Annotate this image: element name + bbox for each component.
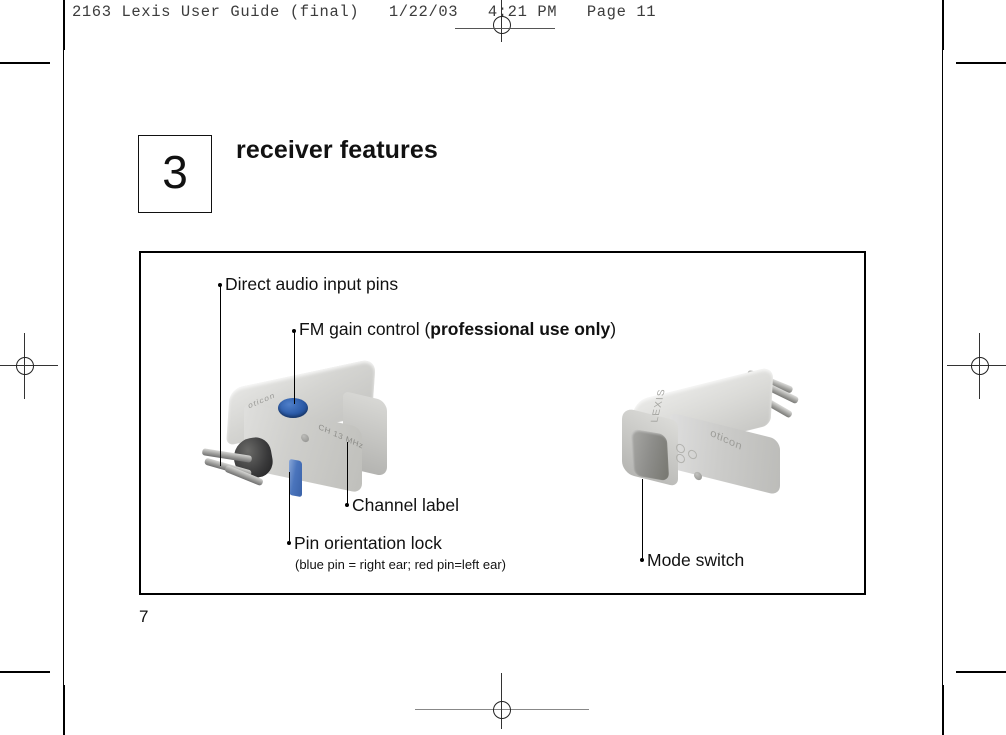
crop-mark-bottom-right-horizontal bbox=[956, 671, 1006, 673]
mode-switch-knob bbox=[630, 428, 670, 482]
registration-circle bbox=[493, 701, 511, 719]
fm-gain-label-prefix: FM gain control ( bbox=[299, 319, 431, 339]
callout-leader-direct-audio-input-pins bbox=[219, 285, 221, 466]
crop-mark-top-left-horizontal bbox=[0, 62, 50, 64]
callout-dot-mode-switch bbox=[640, 558, 644, 562]
fm-gain-label-suffix: ) bbox=[610, 319, 617, 339]
crop-mark-top-right-horizontal bbox=[956, 62, 1006, 64]
registration-circle bbox=[971, 357, 989, 375]
registration-mark-right-middle bbox=[947, 333, 1006, 399]
registration-mark-left-middle bbox=[0, 333, 58, 399]
page-frame-right-rule bbox=[942, 0, 944, 735]
figure-panel: oticon CH 13 MHz LEXIS oticon Direct aud… bbox=[139, 251, 866, 595]
chapter-number: 3 bbox=[162, 146, 188, 198]
page-title: receiver features bbox=[236, 136, 438, 164]
callout-label-fm-gain-control: FM gain control (professional use only) bbox=[299, 319, 617, 339]
callout-label-mode-switch: Mode switch bbox=[647, 550, 745, 570]
pin-orientation-lock-marker bbox=[289, 458, 302, 498]
callout-leader-pin-orientation-lock bbox=[288, 472, 290, 541]
callout-label-pin-orientation-lock: Pin orientation lock bbox=[294, 533, 442, 553]
callout-leader-fm-gain-control bbox=[293, 331, 295, 404]
registration-circle bbox=[16, 357, 34, 375]
registration-mark-bottom-center bbox=[415, 673, 589, 729]
callout-dot-channel-label bbox=[345, 503, 349, 507]
page-frame-left-rule bbox=[63, 0, 65, 735]
callout-sublabel-pin-orientation-lock: (blue pin = right ear; red pin=left ear) bbox=[295, 557, 507, 572]
prepress-header-rule bbox=[455, 28, 555, 29]
crop-mark-bottom-left-horizontal bbox=[0, 671, 50, 673]
callout-label-direct-audio-input-pins: Direct audio input pins bbox=[225, 274, 399, 294]
callout-leader-channel-label bbox=[346, 442, 348, 504]
prepress-header-slug: 2163 Lexis User Guide (final) 1/22/03 4:… bbox=[72, 3, 657, 21]
chapter-number-box: 3 bbox=[138, 135, 212, 213]
callout-dot-pin-orientation-lock bbox=[287, 541, 291, 545]
page-number: 7 bbox=[139, 607, 149, 626]
fm-gain-label-emphasis: professional use only bbox=[430, 319, 611, 339]
callout-leader-mode-switch bbox=[641, 479, 643, 559]
callout-label-channel-label: Channel label bbox=[352, 495, 460, 515]
